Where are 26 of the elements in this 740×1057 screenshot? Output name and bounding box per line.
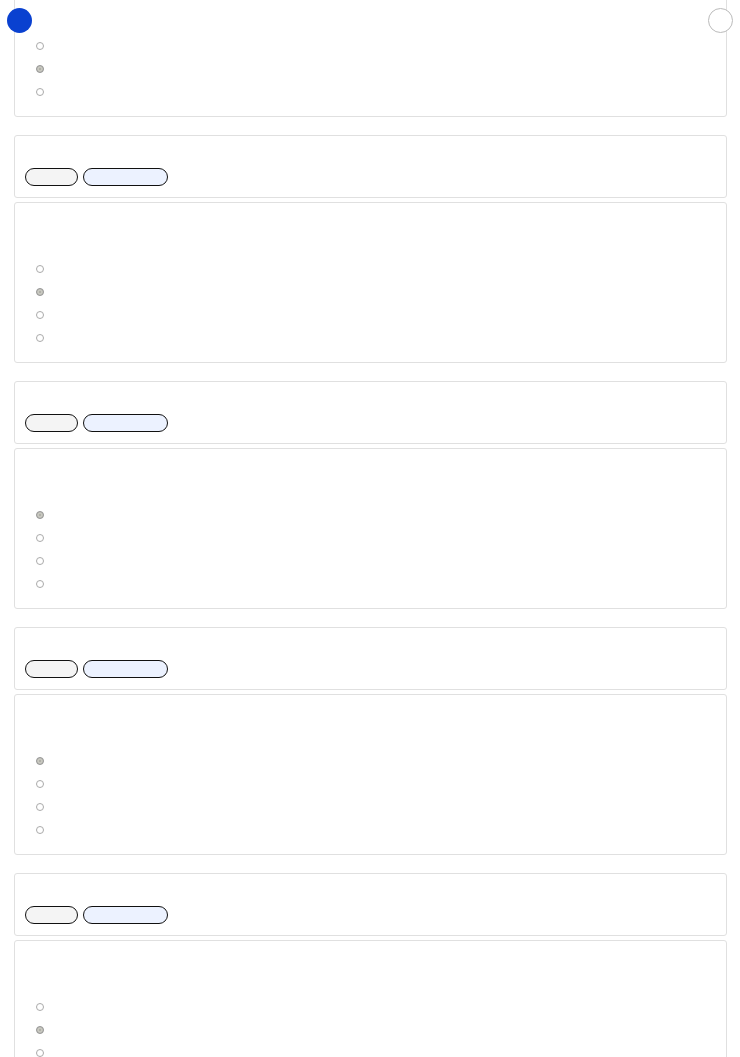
radio-button[interactable] bbox=[36, 579, 44, 588]
radio-button[interactable] bbox=[36, 1048, 44, 1057]
secondary-button[interactable] bbox=[25, 168, 78, 186]
secondary-button[interactable] bbox=[25, 906, 78, 924]
radio-button[interactable] bbox=[36, 533, 44, 542]
radio-button[interactable] bbox=[36, 779, 44, 788]
radio-button[interactable] bbox=[36, 825, 44, 834]
radio-button[interactable] bbox=[36, 264, 44, 273]
secondary-button[interactable] bbox=[25, 414, 78, 432]
primary-button[interactable] bbox=[83, 168, 168, 186]
radio-button[interactable] bbox=[36, 287, 44, 296]
secondary-button[interactable] bbox=[25, 660, 78, 678]
radio-button[interactable] bbox=[36, 802, 44, 811]
radio-button[interactable] bbox=[36, 1002, 44, 1011]
radio-button[interactable] bbox=[36, 556, 44, 565]
primary-button[interactable] bbox=[83, 660, 168, 678]
primary-button[interactable] bbox=[83, 906, 168, 924]
primary-button[interactable] bbox=[83, 414, 168, 432]
radio-button[interactable] bbox=[36, 41, 44, 50]
radio-button[interactable] bbox=[36, 756, 44, 765]
radio-button[interactable] bbox=[36, 333, 44, 342]
radio-button[interactable] bbox=[36, 310, 44, 319]
radio-button[interactable] bbox=[36, 87, 44, 96]
radio-button[interactable] bbox=[36, 510, 44, 519]
radio-button[interactable] bbox=[36, 64, 44, 73]
radio-button[interactable] bbox=[36, 1025, 44, 1034]
